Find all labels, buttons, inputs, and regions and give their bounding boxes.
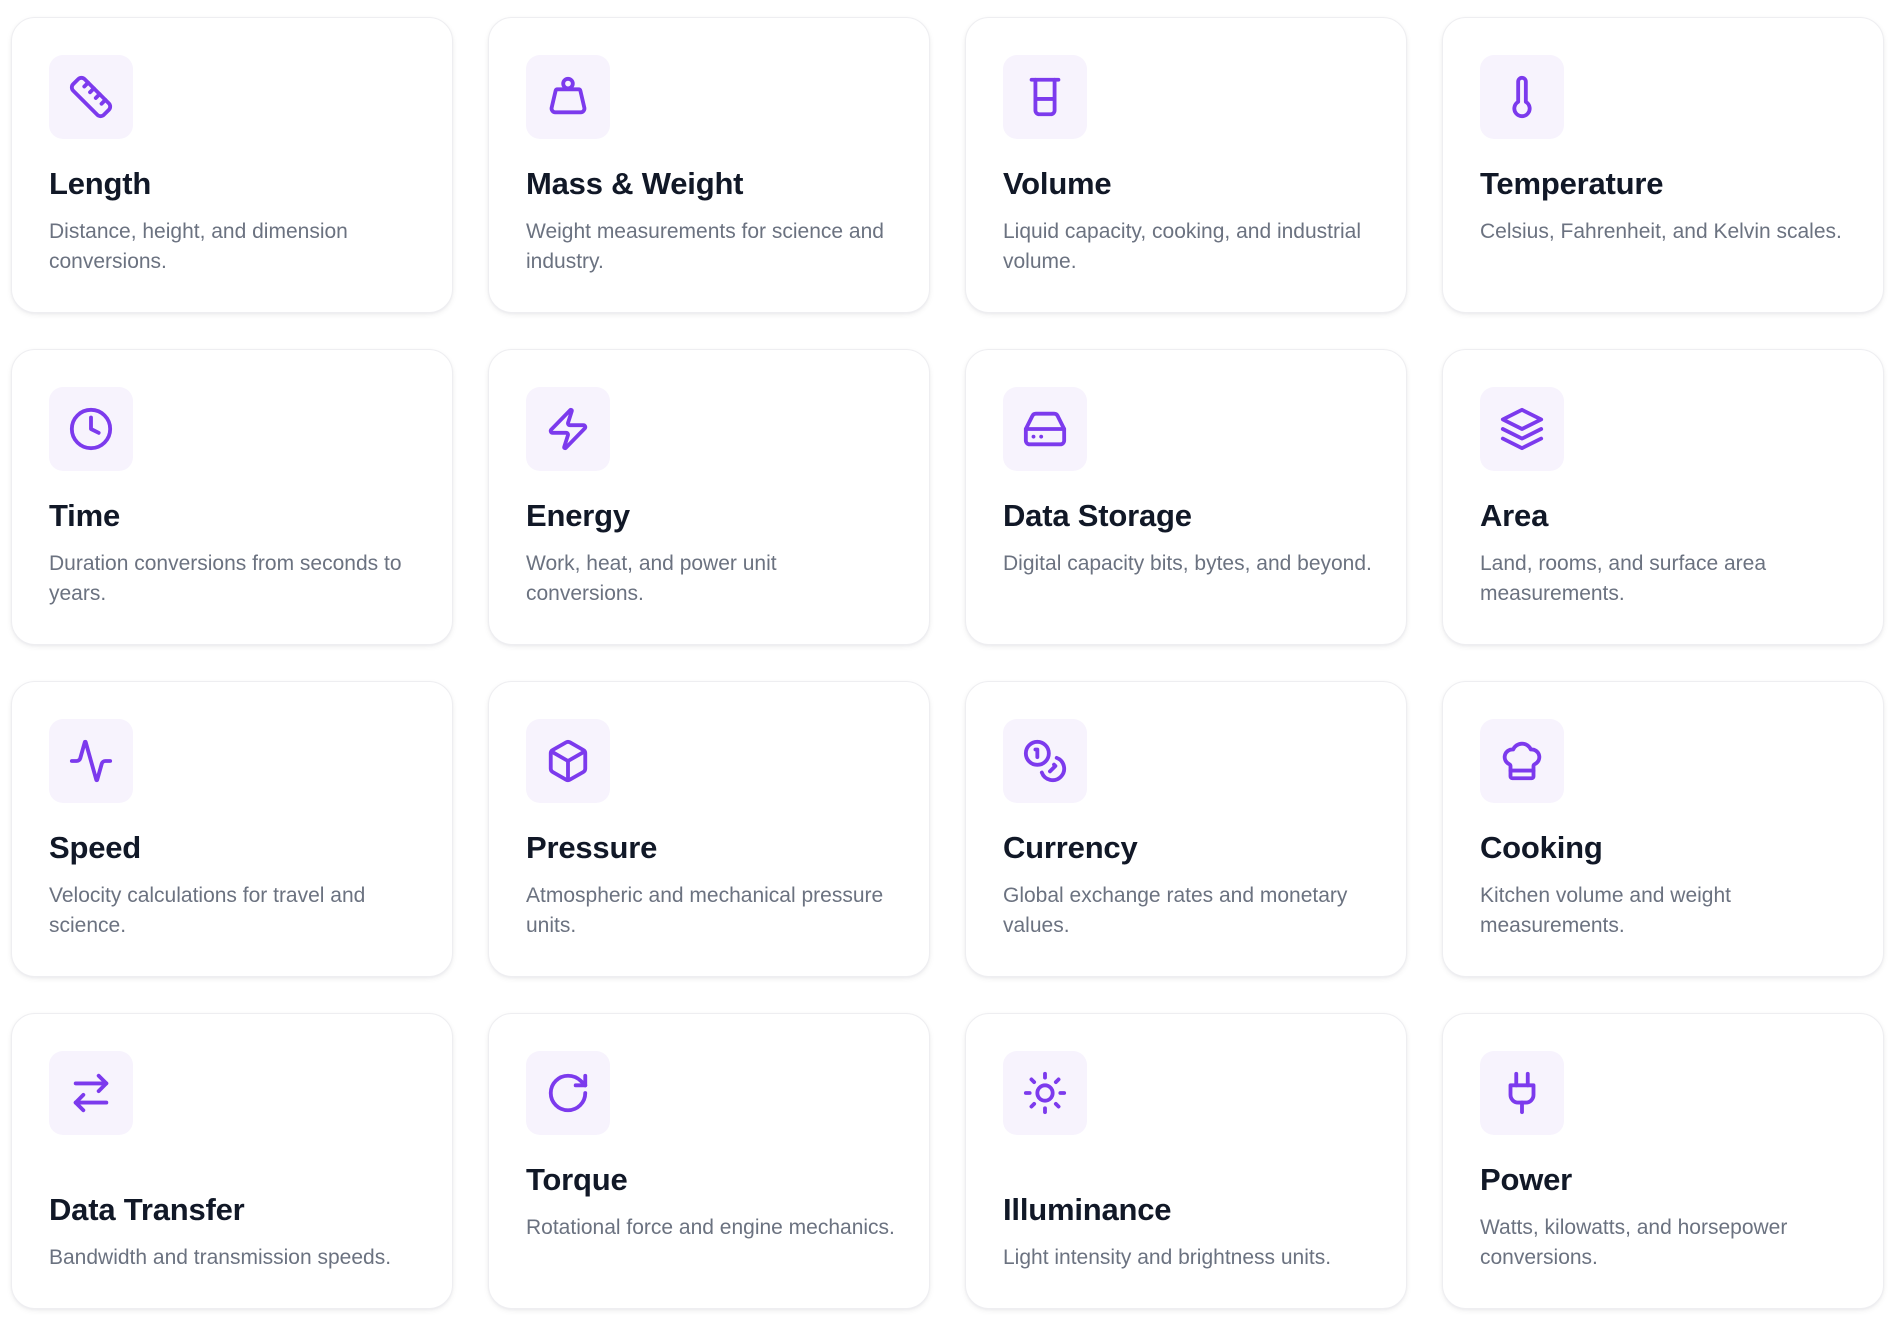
card-description: Atmospheric and mechanical pressure unit…	[526, 884, 884, 937]
weight-icon	[549, 76, 587, 115]
card-description: Land, rooms, and surface area measuremen…	[1480, 552, 1767, 605]
arrows-swap-icon	[73, 1073, 109, 1113]
layers-icon	[1500, 407, 1544, 451]
card-title: Time	[49, 498, 120, 533]
card-title: Volume	[1003, 166, 1112, 201]
lightning-icon	[548, 407, 588, 451]
category-card-data-transfer[interactable]: Data Transfer Bandwidth and transmission…	[11, 1013, 453, 1309]
icon-container	[526, 55, 610, 139]
category-grid: Length Distance, height, and dimension c…	[11, 17, 1884, 1309]
hard-drive-icon	[1023, 411, 1067, 447]
coins-icon	[1023, 739, 1067, 783]
category-card-energy[interactable]: Energy Work, heat, and power unit conver…	[488, 349, 930, 645]
card-description: Kitchen volume and weight measurements.	[1480, 884, 1731, 937]
card-title: Area	[1480, 498, 1549, 533]
icon-container	[1480, 387, 1564, 471]
icon-container	[1003, 55, 1087, 139]
category-card-cooking[interactable]: Cooking Kitchen volume and weight measur…	[1442, 681, 1884, 977]
category-card-currency[interactable]: Currency Global exchange rates and monet…	[965, 681, 1407, 977]
category-card-volume[interactable]: Volume Liquid capacity, cooking, and ind…	[965, 17, 1407, 313]
box-icon	[548, 739, 588, 783]
icon-container	[49, 387, 133, 471]
activity-icon	[69, 739, 113, 783]
icon-container	[1003, 1051, 1087, 1135]
card-description: Light intensity and brightness units.	[1003, 1246, 1332, 1269]
category-card-pressure[interactable]: Pressure Atmospheric and mechanical pres…	[488, 681, 930, 977]
card-description: Distance, height, and dimension conversi…	[49, 220, 348, 273]
beaker-icon	[1029, 77, 1061, 117]
card-description: Rotational force and engine mechanics.	[526, 1216, 895, 1239]
card-title: Temperature	[1480, 166, 1664, 201]
card-title: Currency	[1003, 830, 1138, 865]
category-card-data-storage[interactable]: Data Storage Digital capacity bits, byte…	[965, 349, 1407, 645]
sun-icon	[1023, 1071, 1067, 1115]
clock-icon	[69, 407, 113, 451]
icon-container	[1480, 55, 1564, 139]
icon-container	[1003, 387, 1087, 471]
icon-container	[1480, 719, 1564, 803]
icon-container	[526, 719, 610, 803]
card-title: Speed	[49, 830, 142, 865]
card-title: Data Storage	[1003, 498, 1192, 533]
category-card-mass-weight[interactable]: Mass & Weight Weight measurements for sc…	[488, 17, 930, 313]
card-title: Pressure	[526, 830, 658, 865]
card-title: Mass & Weight	[526, 166, 744, 201]
card-description: Work, heat, and power unit conversions.	[526, 552, 777, 605]
category-card-area[interactable]: Area Land, rooms, and surface area measu…	[1442, 349, 1884, 645]
rotate-icon	[548, 1073, 588, 1113]
icon-container	[49, 55, 133, 139]
card-title: Cooking	[1480, 830, 1603, 865]
icon-container	[49, 1051, 133, 1135]
card-title: Torque	[526, 1162, 628, 1197]
card-description: Digital capacity bits, bytes, and beyond…	[1003, 552, 1372, 575]
ruler-icon	[69, 75, 113, 119]
category-card-illuminance[interactable]: Illuminance Light intensity and brightne…	[965, 1013, 1407, 1309]
icon-container	[1003, 719, 1087, 803]
card-description: Celsius, Fahrenheit, and Kelvin scales.	[1480, 220, 1842, 243]
plug-icon	[1508, 1071, 1536, 1115]
category-card-temperature[interactable]: Temperature Celsius, Fahrenheit, and Kel…	[1442, 17, 1884, 313]
icon-container	[526, 387, 610, 471]
card-description: Duration conversions from seconds to yea…	[49, 552, 402, 605]
card-description: Watts, kilowatts, and horsepower convers…	[1480, 1216, 1788, 1269]
card-title: Energy	[526, 498, 630, 533]
card-description: Weight measurements for science and indu…	[526, 220, 884, 273]
card-description: Global exchange rates and monetary value…	[1003, 884, 1348, 937]
category-card-torque[interactable]: Torque Rotational force and engine mecha…	[488, 1013, 930, 1309]
card-title: Power	[1480, 1162, 1573, 1197]
category-card-length[interactable]: Length Distance, height, and dimension c…	[11, 17, 453, 313]
icon-container	[526, 1051, 610, 1135]
card-title: Length	[49, 166, 152, 201]
category-card-speed[interactable]: Speed Velocity calculations for travel a…	[11, 681, 453, 977]
icon-container	[49, 719, 133, 803]
card-title: Data Transfer	[49, 1192, 245, 1227]
card-description: Velocity calculations for travel and sci…	[49, 884, 366, 937]
icon-container	[1480, 1051, 1564, 1135]
category-card-power[interactable]: Power Watts, kilowatts, and horsepower c…	[1442, 1013, 1884, 1309]
card-description: Bandwidth and transmission speeds.	[49, 1246, 392, 1269]
card-title: Illuminance	[1003, 1192, 1172, 1227]
card-description: Liquid capacity, cooking, and industrial…	[1003, 220, 1361, 273]
thermometer-icon	[1512, 75, 1532, 119]
chef-hat-icon	[1502, 741, 1542, 781]
category-card-time[interactable]: Time Duration conversions from seconds t…	[11, 349, 453, 645]
